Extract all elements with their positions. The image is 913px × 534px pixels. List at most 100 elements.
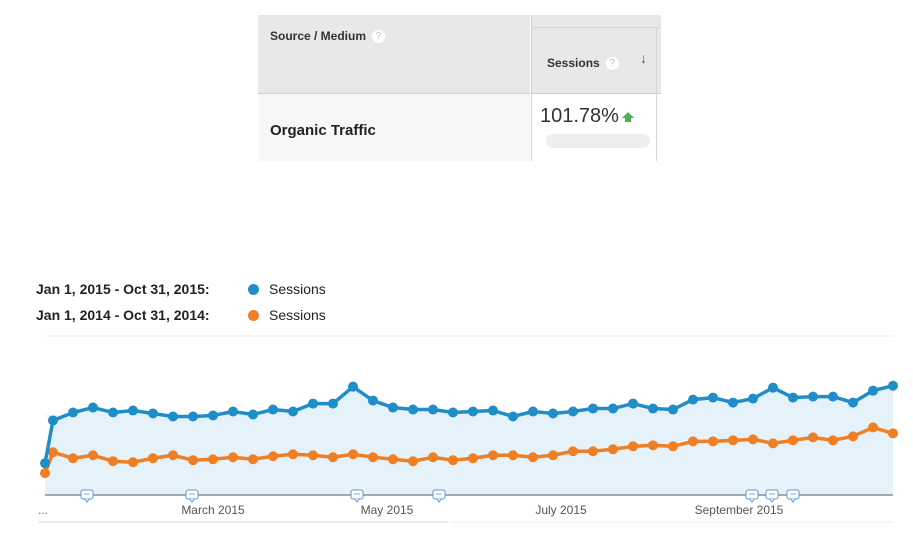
data-point[interactable] — [508, 450, 518, 461]
data-point[interactable] — [328, 398, 338, 409]
comment-icon[interactable] — [350, 489, 364, 503]
data-point[interactable] — [548, 408, 558, 419]
data-point[interactable] — [128, 405, 138, 416]
data-point[interactable] — [868, 422, 878, 433]
data-point[interactable] — [488, 405, 498, 416]
data-point[interactable] — [68, 407, 78, 418]
data-point[interactable] — [708, 436, 718, 447]
data-point[interactable] — [488, 450, 498, 461]
data-point[interactable] — [728, 435, 738, 446]
data-point[interactable] — [748, 393, 758, 404]
data-point[interactable] — [88, 402, 98, 413]
data-point[interactable] — [568, 406, 578, 417]
data-point[interactable] — [888, 428, 898, 439]
data-point[interactable] — [168, 411, 178, 422]
comment-icon[interactable] — [765, 489, 779, 503]
data-point[interactable] — [868, 385, 878, 396]
data-point[interactable] — [848, 431, 858, 442]
data-point[interactable] — [328, 452, 338, 463]
data-point[interactable] — [688, 436, 698, 447]
x-tick-label[interactable]: ... — [38, 503, 48, 517]
data-point[interactable] — [708, 392, 718, 403]
data-point[interactable] — [508, 411, 518, 422]
data-point[interactable] — [308, 398, 318, 409]
data-point[interactable] — [40, 458, 50, 469]
data-point[interactable] — [248, 409, 258, 420]
data-point[interactable] — [548, 450, 558, 461]
data-point[interactable] — [288, 406, 298, 417]
x-tick-label: July 2015 — [535, 503, 587, 517]
data-point[interactable] — [808, 432, 818, 443]
data-point[interactable] — [168, 450, 178, 461]
data-point[interactable] — [408, 456, 418, 467]
x-tick-label: May 2015 — [361, 503, 414, 517]
data-point[interactable] — [208, 410, 218, 421]
sessions-chart: ... March 2015 May 2015 July 2015 Septem… — [38, 335, 898, 523]
data-point[interactable] — [828, 391, 838, 402]
data-point[interactable] — [588, 446, 598, 457]
data-point[interactable] — [268, 404, 278, 415]
data-point[interactable] — [448, 455, 458, 466]
data-point[interactable] — [448, 407, 458, 418]
data-point[interactable] — [308, 450, 318, 461]
data-point[interactable] — [408, 404, 418, 415]
data-point[interactable] — [748, 434, 758, 445]
comment-icon[interactable] — [786, 489, 800, 503]
data-point[interactable] — [428, 404, 438, 415]
data-point[interactable] — [48, 447, 58, 458]
comment-icon[interactable] — [432, 489, 446, 503]
data-point[interactable] — [648, 440, 658, 451]
data-point[interactable] — [468, 406, 478, 417]
data-point[interactable] — [348, 449, 358, 460]
data-point[interactable] — [888, 380, 898, 391]
data-point[interactable] — [568, 446, 578, 457]
data-point[interactable] — [148, 408, 158, 419]
data-point[interactable] — [628, 441, 638, 452]
data-point[interactable] — [388, 402, 398, 413]
data-point[interactable] — [428, 452, 438, 463]
comment-icon[interactable] — [745, 489, 759, 503]
data-point[interactable] — [108, 407, 118, 418]
data-point[interactable] — [628, 398, 638, 409]
data-point[interactable] — [588, 403, 598, 414]
data-point[interactable] — [528, 452, 538, 463]
data-point[interactable] — [348, 381, 358, 392]
data-point[interactable] — [248, 454, 258, 465]
data-point[interactable] — [48, 415, 58, 426]
data-point[interactable] — [528, 406, 538, 417]
data-point[interactable] — [668, 404, 678, 415]
data-point[interactable] — [368, 452, 378, 463]
data-point[interactable] — [788, 392, 798, 403]
data-point[interactable] — [228, 406, 238, 417]
data-point[interactable] — [228, 452, 238, 463]
data-point[interactable] — [368, 395, 378, 406]
data-point[interactable] — [808, 391, 818, 402]
data-point[interactable] — [468, 453, 478, 464]
data-point[interactable] — [188, 411, 198, 422]
data-point[interactable] — [688, 394, 698, 405]
data-point[interactable] — [648, 403, 658, 414]
data-point[interactable] — [40, 468, 50, 479]
data-point[interactable] — [188, 455, 198, 466]
data-point[interactable] — [848, 397, 858, 408]
data-point[interactable] — [68, 453, 78, 464]
data-point[interactable] — [768, 438, 778, 449]
data-point[interactable] — [788, 435, 798, 446]
comment-icon[interactable] — [185, 489, 199, 503]
data-point[interactable] — [268, 451, 278, 462]
data-point[interactable] — [148, 453, 158, 464]
x-tick-label: September 2015 — [695, 503, 784, 517]
data-point[interactable] — [668, 441, 678, 452]
data-point[interactable] — [108, 456, 118, 467]
data-point[interactable] — [128, 457, 138, 468]
data-point[interactable] — [608, 403, 618, 414]
data-point[interactable] — [828, 435, 838, 446]
data-point[interactable] — [608, 444, 618, 455]
data-point[interactable] — [288, 449, 298, 460]
data-point[interactable] — [208, 454, 218, 465]
data-point[interactable] — [388, 454, 398, 465]
data-point[interactable] — [768, 382, 778, 393]
data-point[interactable] — [728, 397, 738, 408]
data-point[interactable] — [88, 450, 98, 461]
comment-icon[interactable] — [80, 489, 94, 503]
